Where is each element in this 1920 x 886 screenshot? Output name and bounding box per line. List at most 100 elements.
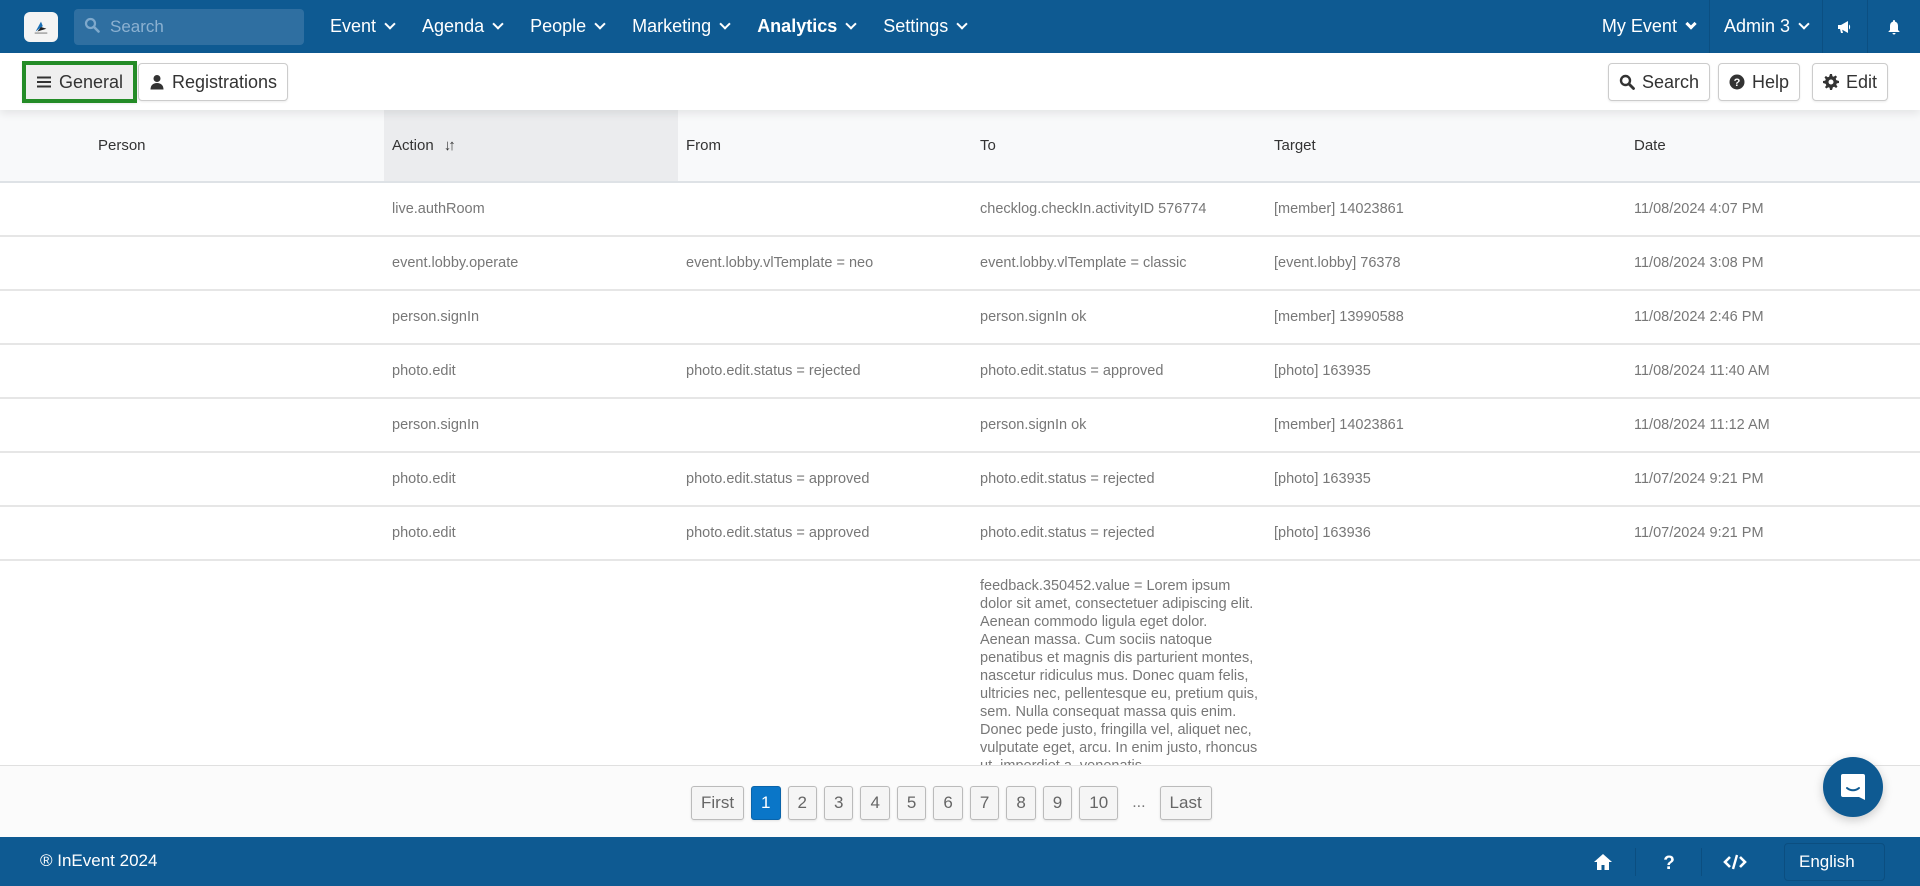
table-row[interactable]: person.signIn person.signIn ok [member] 13…: [0, 290, 1920, 345]
user-menu-label: Admin 3: [1723, 16, 1790, 36]
bell-icon: [1888, 19, 1900, 34]
page-button-10[interactable]: 10: [1079, 786, 1119, 820]
cell-to: checklog.checkIn.activityID 576774: [972, 182, 1266, 237]
nav-marketing[interactable]: Marketing: [632, 16, 731, 37]
home-button[interactable]: [1570, 847, 1636, 876]
cell-person: [0, 560, 384, 765]
announcements-button[interactable]: [1822, 0, 1867, 53]
chat-launcher-button[interactable]: [1823, 757, 1883, 817]
cell-date: 11/08/2024 4:07 PM: [1626, 182, 1920, 237]
table-row[interactable]: live.authRoom checklog.checkIn.activityID…: [0, 182, 1920, 237]
nav-settings[interactable]: Settings: [883, 16, 968, 37]
cell-date: [1626, 560, 1920, 765]
nav-analytics[interactable]: Analytics: [757, 16, 857, 37]
chevron-down-icon: [1798, 18, 1810, 30]
megaphone-icon: [1838, 20, 1851, 33]
cell-person: [0, 506, 384, 561]
sort-icon[interactable]: ↓↑: [444, 137, 456, 154]
general-tab-button[interactable]: General: [22, 61, 138, 103]
page-button-9[interactable]: 9: [1042, 786, 1073, 820]
event-selector[interactable]: My Event: [1588, 0, 1709, 53]
copyright-text: ® InEvent 2024: [40, 851, 158, 870]
chevron-down-icon: [956, 18, 968, 30]
table-row[interactable]: photo.edit photo.edit.status = approved ph…: [0, 452, 1920, 507]
column-header-person[interactable]: Person: [0, 110, 384, 183]
right-nav: My Event Admin 3: [1588, 0, 1920, 53]
nav-agenda-label: Agenda: [422, 16, 485, 36]
column-header-from[interactable]: From: [678, 110, 972, 183]
registrations-tab-button[interactable]: Registrations: [138, 63, 289, 101]
page-button-4[interactable]: 4: [860, 786, 890, 820]
home-icon: [1593, 853, 1612, 870]
column-header-label: Action: [392, 137, 434, 154]
gear-icon: [1823, 74, 1839, 90]
sub-toolbar: General Registrations Search ? Help Edit: [0, 53, 1920, 110]
cell-from: event.lobby.vlTemplate = neo: [678, 236, 972, 291]
cell-target: [event.lobby] 76378: [1266, 236, 1626, 291]
chevron-down-icon: [845, 18, 857, 30]
cell-target: [photo] 163935: [1266, 344, 1626, 399]
page-button-7[interactable]: 7: [969, 786, 1000, 820]
nav-event[interactable]: Event: [330, 16, 396, 37]
cell-action: [384, 560, 678, 765]
user-menu[interactable]: Admin 3: [1708, 0, 1822, 53]
user-icon: [150, 75, 164, 90]
global-search-input[interactable]: [110, 17, 290, 37]
cell-from: [678, 560, 972, 765]
page-button-6[interactable]: 6: [933, 786, 963, 820]
pagination: First 1 2 3 4 5 6 7 8 9 10 ... Last: [691, 786, 1219, 820]
code-icon: [1723, 854, 1747, 869]
page-ellipsis: ...: [1132, 794, 1146, 811]
event-selector-label: My Event: [1601, 16, 1677, 36]
edit-button[interactable]: Edit: [1812, 63, 1889, 101]
cell-target: [photo] 163935: [1266, 452, 1626, 507]
cell-from: [678, 182, 972, 237]
cell-from: photo.edit.status = rejected: [678, 344, 972, 399]
table-row[interactable]: photo.edit photo.edit.status = rejected ph…: [0, 344, 1920, 399]
page-button-2[interactable]: 2: [787, 786, 817, 820]
table-row[interactable]: feedback.350452.value = Lorem ipsum dolo…: [0, 560, 1920, 765]
notifications-button[interactable]: [1867, 0, 1920, 53]
column-header-to[interactable]: To: [972, 110, 1266, 183]
chevron-down-icon: [492, 18, 504, 30]
page-last-button[interactable]: Last: [1159, 786, 1212, 820]
cell-to: photo.edit.status = rejected: [972, 506, 1266, 561]
app-logo[interactable]: [24, 12, 58, 42]
cell-target: [member] 14023861: [1266, 398, 1626, 453]
page-button-1[interactable]: 1: [751, 786, 781, 820]
column-header-date[interactable]: Date: [1626, 110, 1920, 183]
table-row[interactable]: person.signIn person.signIn ok [member] 14…: [0, 398, 1920, 453]
cell-date: 11/08/2024 11:40 AM: [1626, 344, 1920, 399]
cell-action: person.signIn: [384, 398, 678, 453]
cell-action: photo.edit: [384, 452, 678, 507]
page-button-5[interactable]: 5: [896, 786, 927, 820]
page-first-button[interactable]: First: [691, 786, 745, 820]
table-row[interactable]: photo.edit photo.edit.status = approved ph…: [0, 506, 1920, 561]
help-footer-button[interactable]: ?: [1636, 847, 1702, 876]
page-button-3[interactable]: 3: [823, 786, 854, 820]
cell-target: [member] 13990588: [1266, 290, 1626, 345]
language-selector[interactable]: English: [1784, 843, 1885, 881]
menu-icon: [37, 76, 51, 88]
table-row[interactable]: event.lobby.operate event.lobby.vlTemplat…: [0, 236, 1920, 291]
column-header-action[interactable]: Action ↓↑: [384, 110, 678, 183]
nav-people[interactable]: People: [530, 16, 606, 37]
global-search[interactable]: [74, 9, 304, 45]
chat-icon: [1841, 774, 1865, 800]
nav-marketing-label: Marketing: [632, 16, 712, 36]
nav-agenda[interactable]: Agenda: [422, 16, 504, 37]
developer-button[interactable]: [1702, 848, 1768, 876]
cell-person: [0, 236, 384, 291]
column-header-target[interactable]: Target: [1266, 110, 1626, 183]
cell-to: feedback.350452.value = Lorem ipsum dolo…: [972, 560, 1266, 765]
column-header-label: Person: [98, 137, 146, 154]
page-button-8[interactable]: 8: [1006, 786, 1036, 820]
cell-person: [0, 398, 384, 453]
search-button[interactable]: Search: [1608, 63, 1711, 101]
top-navbar: Event Agenda People Marketing Analytics …: [0, 0, 1920, 53]
question-circle-icon: ?: [1729, 74, 1745, 90]
table-header-row: Person Action ↓↑ From To Target Date: [0, 110, 1920, 183]
chevron-down-icon: [719, 18, 731, 30]
help-button[interactable]: ? Help: [1718, 63, 1801, 101]
cell-from: photo.edit.status = approved: [678, 506, 972, 561]
